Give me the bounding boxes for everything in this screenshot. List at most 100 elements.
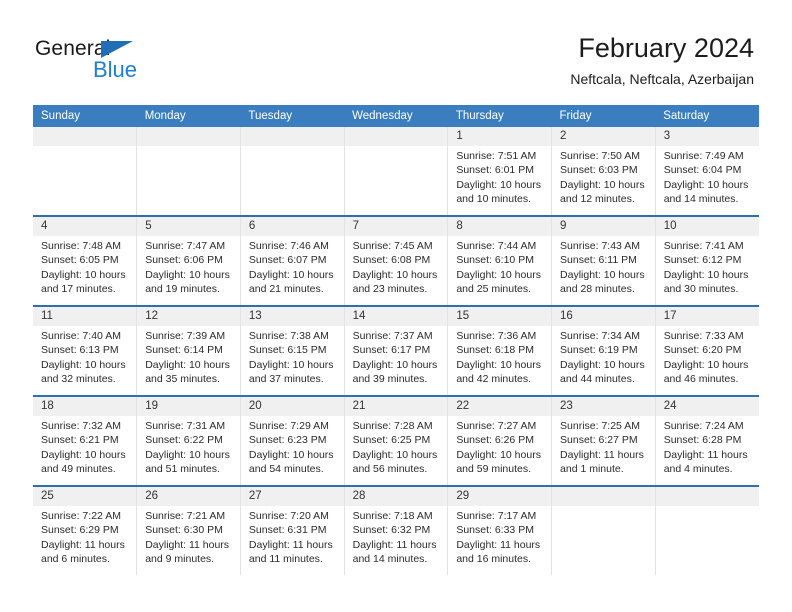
day-cell[interactable]: 3 Sunrise: 7:49 AM Sunset: 6:04 PM Daylight… bbox=[655, 127, 759, 216]
day-cell[interactable]: 15 Sunrise: 7:36 AM Sunset: 6:18 PM Dayligh… bbox=[447, 305, 553, 396]
weekday-header-wednesday: Wednesday bbox=[344, 105, 448, 127]
day-detail-line: Sunset: 6:31 PM bbox=[248, 524, 327, 537]
day-cell[interactable]: 5 Sunrise: 7:47 AM Sunset: 6:06 PM Daylight… bbox=[136, 215, 241, 306]
day-number: 7 bbox=[344, 217, 448, 236]
day-details: Sunrise: 7:38 AM Sunset: 6:15 PM Daylight:… bbox=[241, 326, 344, 386]
day-details: Sunrise: 7:37 AM Sunset: 6:17 PM Daylight:… bbox=[345, 326, 448, 386]
day-cell[interactable]: 28 Sunrise: 7:18 AM Sunset: 6:32 PM Dayligh… bbox=[344, 485, 449, 575]
day-cell[interactable]: 13 Sunrise: 7:38 AM Sunset: 6:15 PM Dayligh… bbox=[240, 305, 345, 396]
day-cell[interactable]: 14 Sunrise: 7:37 AM Sunset: 6:17 PM Dayligh… bbox=[344, 305, 449, 396]
day-detail-line: Sunrise: 7:44 AM bbox=[456, 240, 537, 252]
day-cell-empty bbox=[240, 127, 345, 216]
day-detail-line: Daylight: 11 hours bbox=[145, 538, 230, 551]
day-cell-inner bbox=[137, 127, 240, 215]
day-cell[interactable]: 6 Sunrise: 7:46 AM Sunset: 6:07 PM Daylight… bbox=[240, 215, 345, 306]
day-detail-line: and 4 minutes. bbox=[663, 462, 733, 475]
day-number: 20 bbox=[240, 397, 344, 416]
day-cell-inner: 6 Sunrise: 7:46 AM Sunset: 6:07 PM Daylight… bbox=[240, 217, 344, 305]
day-detail-line: Sunrise: 7:34 AM bbox=[560, 330, 640, 342]
day-detail-line: Sunrise: 7:38 AM bbox=[248, 330, 329, 342]
day-detail-line: Daylight: 10 hours bbox=[41, 358, 126, 371]
day-detail-line: Daylight: 10 hours bbox=[456, 358, 541, 371]
day-cell-empty bbox=[551, 485, 656, 575]
day-detail-line: Sunrise: 7:28 AM bbox=[352, 420, 433, 432]
day-cell[interactable]: 4 Sunrise: 7:48 AM Sunset: 6:05 PM Daylight… bbox=[33, 215, 138, 306]
day-cell[interactable]: 7 Sunrise: 7:45 AM Sunset: 6:08 PM Daylight… bbox=[344, 215, 449, 306]
day-detail-line: Sunset: 6:12 PM bbox=[663, 254, 742, 267]
day-detail-line: Sunset: 6:08 PM bbox=[352, 254, 431, 267]
day-cell[interactable]: 19 Sunrise: 7:31 AM Sunset: 6:22 PM Dayligh… bbox=[136, 395, 241, 486]
day-cell[interactable]: 2 Sunrise: 7:50 AM Sunset: 6:03 PM Daylight… bbox=[551, 127, 656, 216]
day-detail-line: Sunrise: 7:36 AM bbox=[456, 330, 537, 342]
day-cell[interactable]: 22 Sunrise: 7:27 AM Sunset: 6:26 PM Dayligh… bbox=[447, 395, 553, 486]
day-cell[interactable]: 1 Sunrise: 7:51 AM Sunset: 6:01 PM Daylight… bbox=[447, 127, 553, 216]
day-detail-line: Sunrise: 7:47 AM bbox=[145, 240, 226, 252]
day-detail-line: Daylight: 10 hours bbox=[456, 268, 541, 281]
day-cell[interactable]: 17 Sunrise: 7:33 AM Sunset: 6:20 PM Dayligh… bbox=[655, 305, 759, 396]
day-cell[interactable]: 18 Sunrise: 7:32 AM Sunset: 6:21 PM Dayligh… bbox=[33, 395, 138, 486]
day-number bbox=[137, 127, 240, 146]
day-cell-inner: 20 Sunrise: 7:29 AM Sunset: 6:23 PM Dayligh… bbox=[240, 397, 344, 485]
day-detail-line: and 37 minutes. bbox=[248, 372, 324, 385]
day-detail-line: Sunrise: 7:43 AM bbox=[560, 240, 640, 252]
day-detail-line: Daylight: 10 hours bbox=[456, 448, 541, 461]
day-detail-line: and 25 minutes. bbox=[456, 282, 532, 295]
day-cell[interactable]: 8 Sunrise: 7:44 AM Sunset: 6:10 PM Daylight… bbox=[447, 215, 553, 306]
day-number: 21 bbox=[344, 397, 448, 416]
day-detail-line: and 35 minutes. bbox=[145, 372, 220, 385]
day-details: Sunrise: 7:18 AM Sunset: 6:32 PM Daylight:… bbox=[345, 506, 448, 566]
day-detail-line: and 9 minutes. bbox=[145, 552, 215, 565]
day-cell[interactable]: 12 Sunrise: 7:39 AM Sunset: 6:14 PM Dayligh… bbox=[136, 305, 241, 396]
day-cell[interactable]: 27 Sunrise: 7:20 AM Sunset: 6:31 PM Dayligh… bbox=[240, 485, 345, 575]
day-number: 29 bbox=[448, 487, 552, 506]
day-detail-line: and 17 minutes. bbox=[41, 282, 116, 295]
day-number: 28 bbox=[344, 487, 448, 506]
day-detail-line: Sunset: 6:23 PM bbox=[248, 434, 327, 447]
day-detail-line: Daylight: 11 hours bbox=[352, 538, 437, 551]
general-blue-logo: General Blue bbox=[35, 38, 205, 84]
day-cell[interactable]: 11 Sunrise: 7:40 AM Sunset: 6:13 PM Dayligh… bbox=[33, 305, 138, 396]
day-cell-inner: 5 Sunrise: 7:47 AM Sunset: 6:06 PM Daylight… bbox=[137, 217, 240, 305]
day-details: Sunrise: 7:17 AM Sunset: 6:33 PM Daylight:… bbox=[448, 506, 551, 566]
day-cell[interactable]: 10 Sunrise: 7:41 AM Sunset: 6:12 PM Dayligh… bbox=[655, 215, 759, 306]
calendar-week-row: 1 Sunrise: 7:51 AM Sunset: 6:01 PM Daylight… bbox=[33, 127, 759, 216]
day-detail-line: Daylight: 10 hours bbox=[560, 358, 645, 371]
day-cell[interactable]: 9 Sunrise: 7:43 AM Sunset: 6:11 PM Daylight… bbox=[551, 215, 656, 306]
day-cell-inner: 26 Sunrise: 7:21 AM Sunset: 6:30 PM Dayligh… bbox=[137, 487, 240, 575]
day-detail-line: Daylight: 11 hours bbox=[41, 538, 125, 551]
day-detail-line: Sunset: 6:01 PM bbox=[456, 164, 534, 177]
day-detail-line: Sunrise: 7:45 AM bbox=[352, 240, 433, 252]
day-detail-line: Daylight: 10 hours bbox=[248, 268, 334, 281]
day-detail-line: Daylight: 10 hours bbox=[352, 448, 438, 461]
day-cell[interactable]: 25 Sunrise: 7:22 AM Sunset: 6:29 PM Dayligh… bbox=[33, 485, 138, 575]
weekday-header-saturday: Saturday bbox=[655, 105, 759, 127]
day-details bbox=[656, 506, 759, 509]
day-cell[interactable]: 16 Sunrise: 7:34 AM Sunset: 6:19 PM Dayligh… bbox=[551, 305, 656, 396]
day-cell[interactable]: 24 Sunrise: 7:24 AM Sunset: 6:28 PM Dayligh… bbox=[655, 395, 759, 486]
day-detail-line: Sunrise: 7:41 AM bbox=[663, 240, 744, 252]
day-cell-inner: 21 Sunrise: 7:28 AM Sunset: 6:25 PM Dayligh… bbox=[344, 397, 448, 485]
weekday-header-sunday: Sunday bbox=[33, 105, 137, 127]
day-detail-line: and 46 minutes. bbox=[663, 372, 739, 385]
day-number: 2 bbox=[552, 127, 655, 146]
day-detail-line: Daylight: 10 hours bbox=[663, 268, 749, 281]
day-detail-line: Daylight: 11 hours bbox=[248, 538, 333, 551]
day-details bbox=[552, 506, 655, 509]
day-detail-line: Sunrise: 7:32 AM bbox=[41, 420, 121, 432]
day-cell[interactable]: 21 Sunrise: 7:28 AM Sunset: 6:25 PM Dayligh… bbox=[344, 395, 449, 486]
day-cell-inner: 14 Sunrise: 7:37 AM Sunset: 6:17 PM Dayligh… bbox=[344, 307, 448, 395]
day-details: Sunrise: 7:36 AM Sunset: 6:18 PM Daylight:… bbox=[448, 326, 551, 386]
day-details: Sunrise: 7:34 AM Sunset: 6:19 PM Daylight:… bbox=[552, 326, 655, 386]
day-cell-inner bbox=[33, 127, 137, 215]
day-number: 26 bbox=[137, 487, 240, 506]
day-cell[interactable]: 20 Sunrise: 7:29 AM Sunset: 6:23 PM Dayligh… bbox=[240, 395, 345, 486]
day-cell[interactable]: 23 Sunrise: 7:25 AM Sunset: 6:27 PM Dayligh… bbox=[551, 395, 656, 486]
day-details: Sunrise: 7:51 AM Sunset: 6:01 PM Daylight:… bbox=[448, 146, 551, 206]
day-cell[interactable]: 26 Sunrise: 7:21 AM Sunset: 6:30 PM Dayligh… bbox=[136, 485, 241, 575]
day-cell-inner: 15 Sunrise: 7:36 AM Sunset: 6:18 PM Dayligh… bbox=[448, 307, 552, 395]
day-detail-line: Sunrise: 7:49 AM bbox=[663, 150, 744, 162]
day-detail-line: Sunrise: 7:37 AM bbox=[352, 330, 433, 342]
day-detail-line: Sunrise: 7:17 AM bbox=[456, 510, 537, 522]
day-cell[interactable]: 29 Sunrise: 7:17 AM Sunset: 6:33 PM Dayligh… bbox=[447, 485, 553, 575]
day-cell-inner: 29 Sunrise: 7:17 AM Sunset: 6:33 PM Dayligh… bbox=[448, 487, 552, 575]
